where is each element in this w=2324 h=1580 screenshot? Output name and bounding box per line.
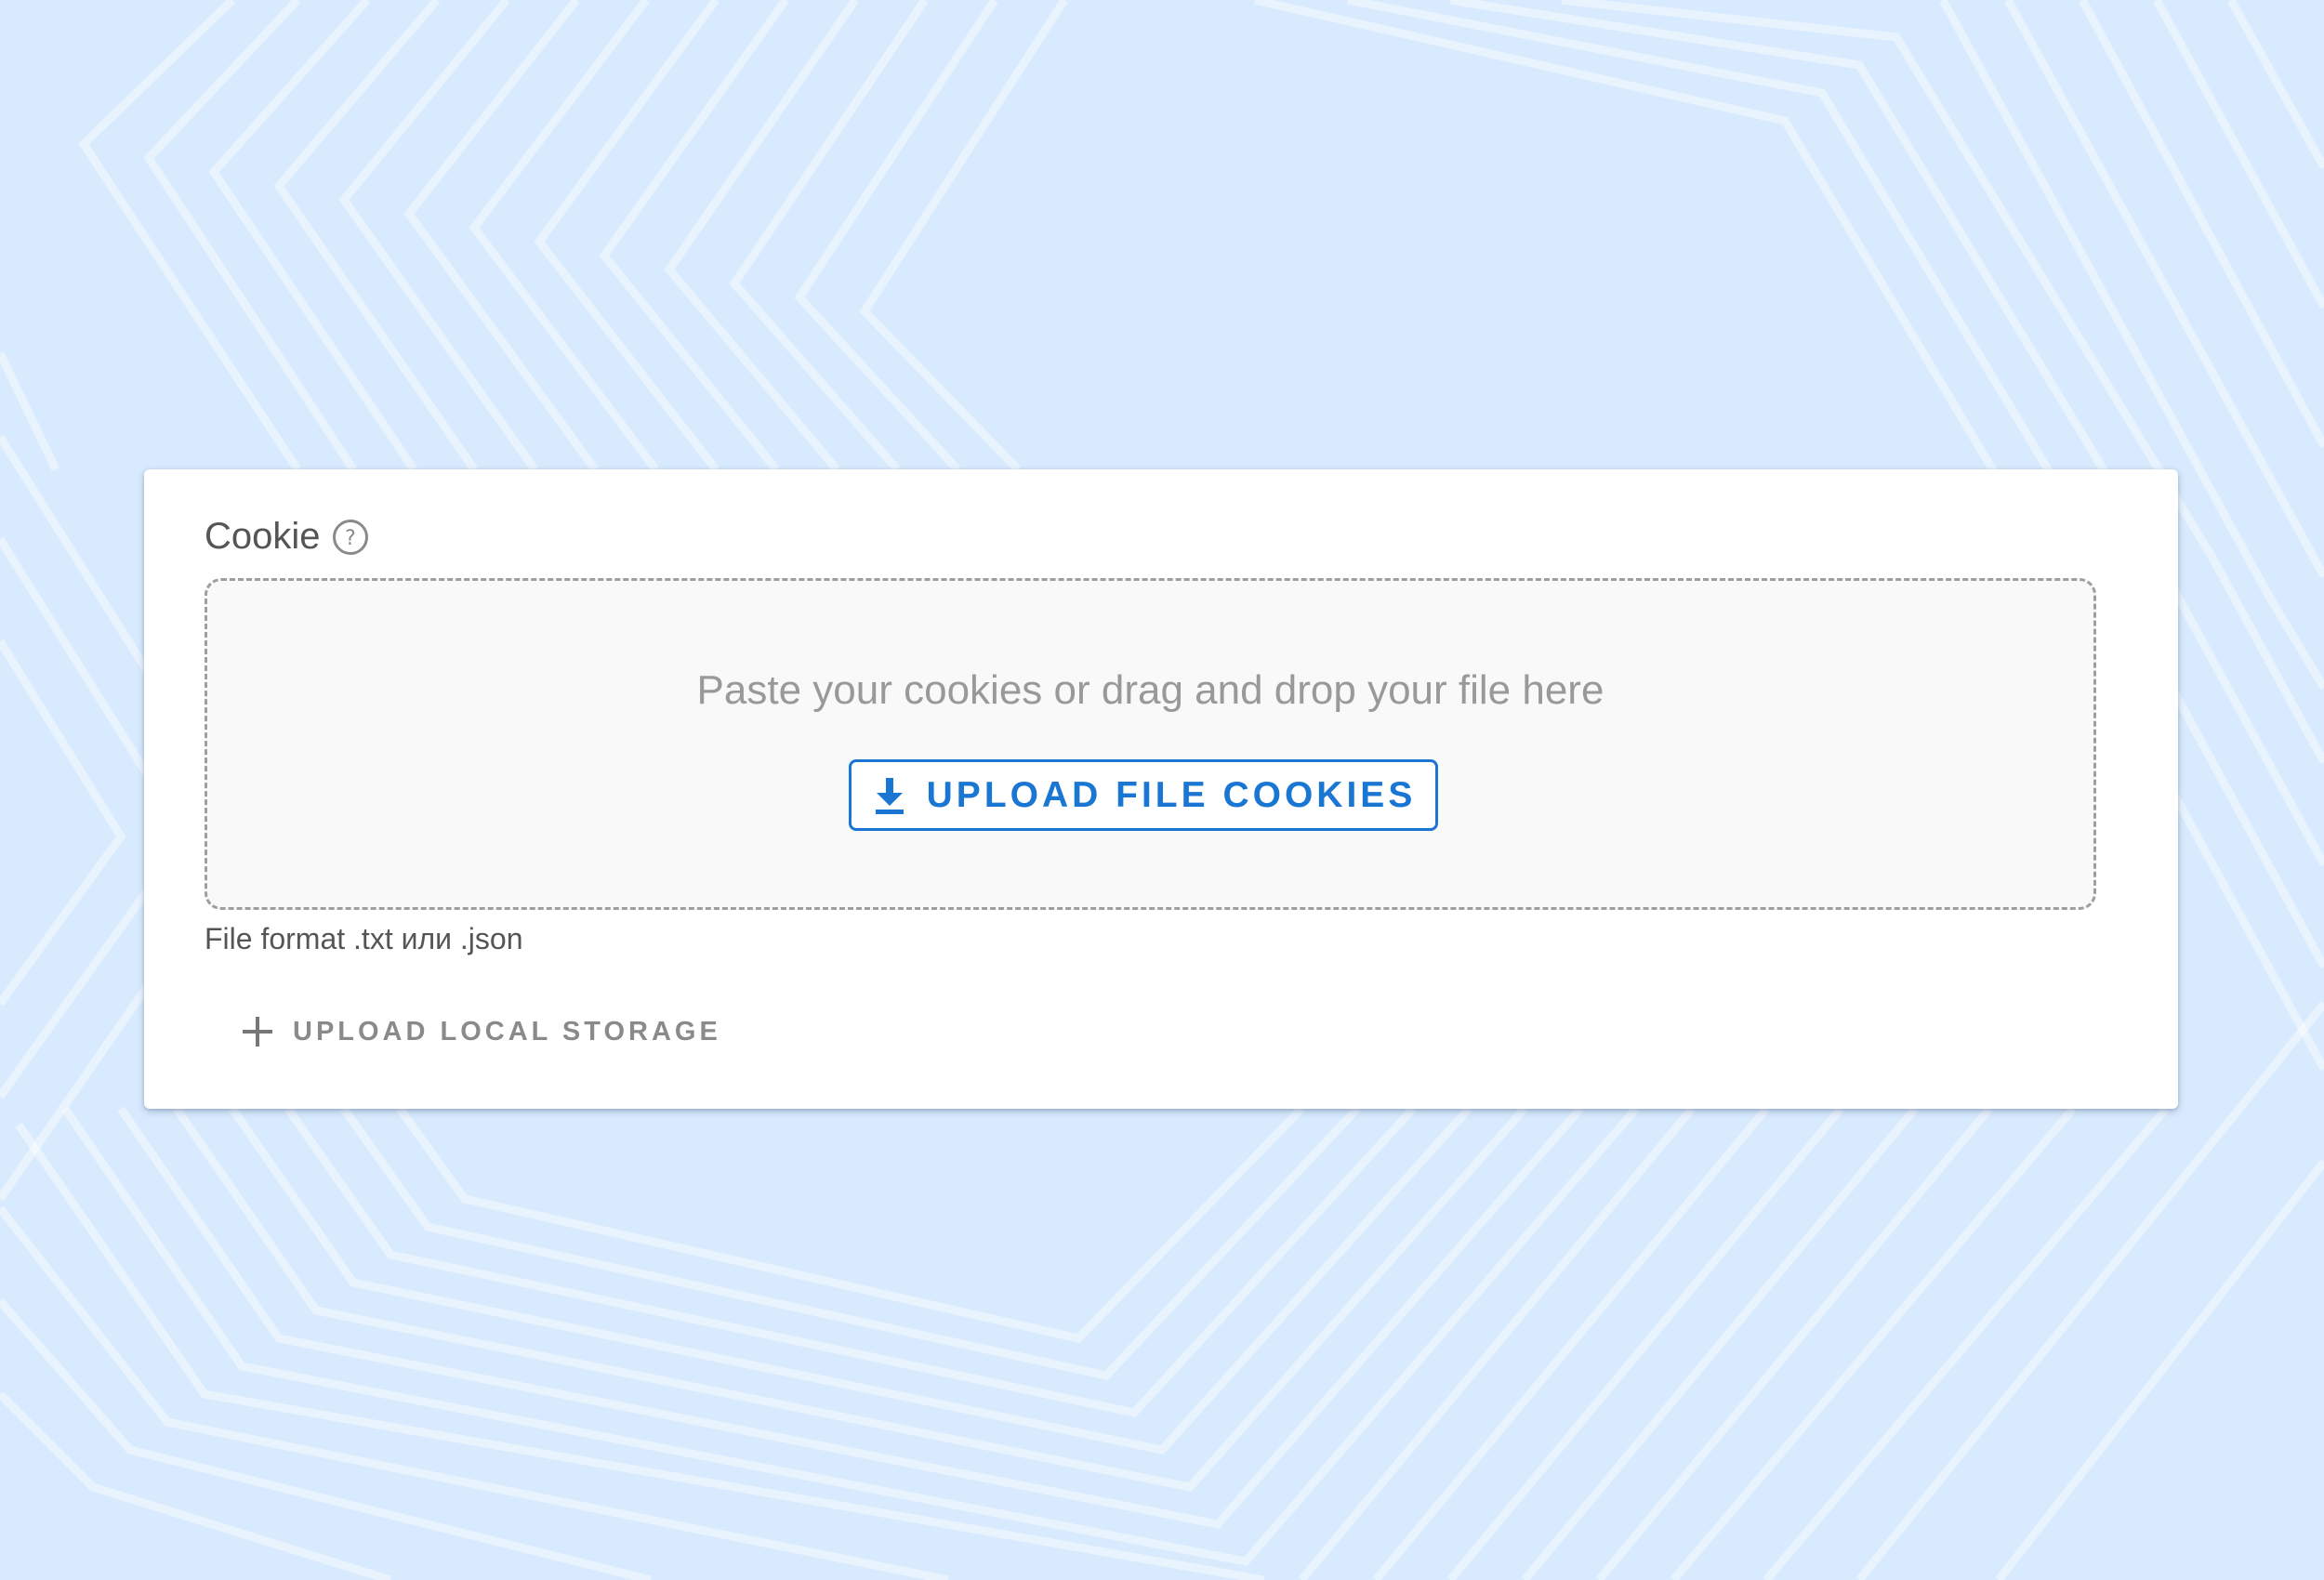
upload-file-cookies-label: UPLOAD FILE COOKIES xyxy=(926,774,1417,815)
cookie-label-text: Cookie xyxy=(205,516,321,557)
question-circle-icon[interactable]: ? xyxy=(332,519,369,556)
cookie-card: Cookie ? Paste your cookies or drag and … xyxy=(144,469,2178,1109)
upload-file-cookies-button[interactable]: UPLOAD FILE COOKIES xyxy=(849,759,1438,831)
dropzone-hint: Paste your cookies or drag and drop your… xyxy=(696,667,1604,713)
upload-local-storage-label: UPLOAD LOCAL STORAGE xyxy=(293,1016,721,1047)
cookie-field-label: Cookie ? xyxy=(205,516,369,558)
cookie-dropzone[interactable]: Paste your cookies or drag and drop your… xyxy=(205,578,2096,910)
file-format-hint: File format .txt или .json xyxy=(205,922,523,955)
svg-text:?: ? xyxy=(345,527,356,550)
plus-icon xyxy=(241,1015,274,1048)
download-icon xyxy=(871,776,908,815)
upload-local-storage-button[interactable]: UPLOAD LOCAL STORAGE xyxy=(226,999,736,1064)
